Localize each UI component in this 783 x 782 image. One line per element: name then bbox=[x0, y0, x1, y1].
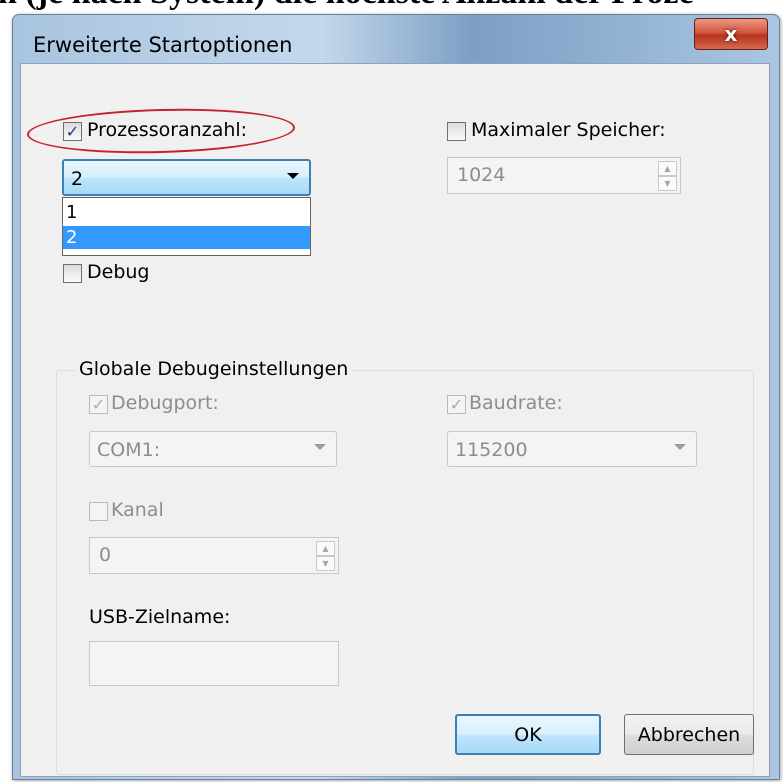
channel-label: Kanal bbox=[111, 499, 164, 521]
spin-up-icon[interactable]: ▲ bbox=[658, 161, 677, 176]
max-memory-checkbox[interactable] bbox=[447, 122, 466, 141]
max-memory-label: Maximaler Speicher: bbox=[471, 119, 666, 141]
spin-down-icon[interactable]: ▼ bbox=[316, 556, 335, 571]
debug-checkbox[interactable] bbox=[63, 264, 82, 283]
close-button[interactable]: x bbox=[694, 18, 768, 50]
channel-value: 0 bbox=[99, 544, 112, 566]
max-memory-spinbox[interactable]: 1024 ▲ ▼ bbox=[447, 157, 681, 194]
spin-down-icon[interactable]: ▼ bbox=[658, 176, 677, 191]
close-icon: x bbox=[724, 22, 738, 46]
max-memory-value: 1024 bbox=[457, 164, 506, 186]
debugport-value: COM1: bbox=[97, 439, 161, 461]
dialog-title: Erweiterte Startoptionen bbox=[33, 33, 293, 57]
spin-up-icon[interactable]: ▲ bbox=[316, 541, 335, 556]
chevron-down-icon bbox=[674, 444, 686, 450]
global-debug-group-title: Globale Debugeinstellungen bbox=[75, 358, 353, 380]
processor-count-combobox[interactable]: 2 bbox=[62, 159, 311, 196]
channel-spinbox[interactable]: 0 ▲ ▼ bbox=[89, 537, 339, 574]
baudrate-combobox[interactable]: 115200 bbox=[447, 431, 697, 467]
debugport-checkbox[interactable]: ✓ bbox=[89, 395, 108, 414]
usb-target-label: USB-Zielname: bbox=[89, 606, 231, 628]
debug-label: Debug bbox=[87, 261, 150, 283]
baudrate-value: 115200 bbox=[455, 439, 528, 461]
processor-count-value: 2 bbox=[71, 168, 84, 190]
dropdown-option[interactable]: 1 bbox=[63, 201, 310, 224]
debugport-label: Debugport: bbox=[111, 392, 219, 414]
baudrate-checkbox[interactable]: ✓ bbox=[447, 395, 466, 414]
dialog-content: ✓ Prozessoranzahl: 2 1 2 Maximaler Speic… bbox=[20, 63, 770, 777]
baudrate-label: Baudrate: bbox=[469, 392, 563, 414]
title-bar[interactable]: Erweiterte Startoptionen x bbox=[13, 15, 779, 63]
checkmark-icon: ✓ bbox=[91, 394, 106, 414]
cancel-button[interactable]: Abbrechen bbox=[624, 714, 754, 755]
chevron-down-icon bbox=[287, 173, 299, 179]
ok-button[interactable]: OK bbox=[455, 714, 601, 755]
channel-checkbox[interactable] bbox=[89, 502, 108, 521]
chevron-down-icon bbox=[314, 444, 326, 450]
dialog-window: Erweiterte Startoptionen x ✓ Prozessoran… bbox=[12, 14, 780, 780]
processor-count-dropdown-list: 1 2 bbox=[62, 197, 311, 256]
dropdown-option-selected[interactable]: 2 bbox=[63, 226, 310, 249]
debugport-combobox[interactable]: COM1: bbox=[89, 431, 337, 467]
checkmark-icon: ✓ bbox=[449, 394, 464, 414]
usb-target-input[interactable] bbox=[89, 641, 339, 686]
highlight-ellipse bbox=[26, 105, 296, 157]
background-page-caption: n (je nach System) die höchste Anzahl de… bbox=[0, 0, 694, 12]
